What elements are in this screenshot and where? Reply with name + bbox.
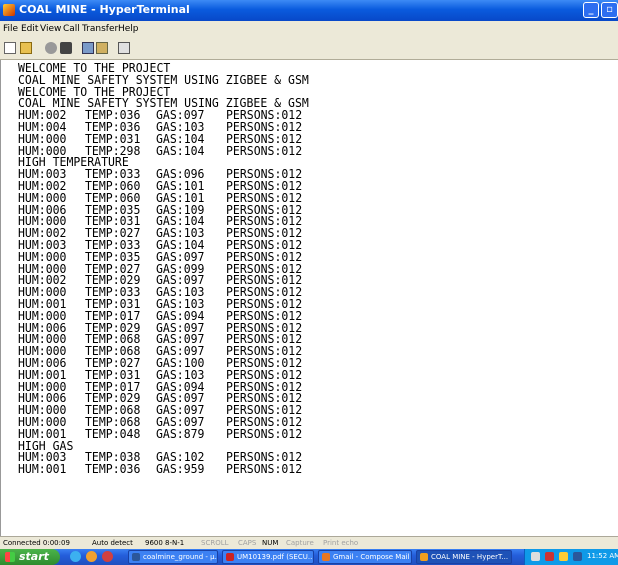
taskbar-button-label: UM10139.pdf (SECU... <box>237 553 314 561</box>
taskbar-button-label: COAL MINE - HyperT... <box>431 553 509 561</box>
hyperterminal-app-icon[interactable] <box>3 4 15 16</box>
status-num: NUM <box>262 539 279 547</box>
menu-bar: File Edit View Call Transfer Help <box>0 21 618 38</box>
pdf-icon <box>226 553 234 561</box>
menu-edit[interactable]: Edit <box>21 24 38 34</box>
gas-value: GAS:104 <box>156 143 205 158</box>
status-capture: Capture <box>286 539 314 547</box>
minimize-button[interactable]: _ <box>583 2 599 18</box>
tray-antivirus-icon[interactable] <box>545 552 554 561</box>
menu-help[interactable]: Help <box>118 24 139 34</box>
start-label: start <box>19 550 49 563</box>
title-bar: COAL MINE - HyperTerminal _ ▫ <box>0 0 618 21</box>
hyperterminal-icon <box>420 553 428 561</box>
status-connected: Connected 0:00:09 <box>3 539 70 547</box>
receive-icon[interactable] <box>96 42 108 54</box>
menu-view[interactable]: View <box>40 24 61 34</box>
taskbar-button[interactable]: Gmail - Compose Mail ... <box>318 550 412 564</box>
menu-call[interactable]: Call <box>63 24 80 34</box>
status-settings: 9600 8-N-1 <box>145 539 185 547</box>
persons-value: PERSONS:012 <box>226 143 303 158</box>
taskbar-button[interactable]: COAL MINE - HyperT... <box>416 550 512 564</box>
properties-icon[interactable] <box>118 42 130 54</box>
system-tray: 11:52 AM <box>524 549 618 565</box>
quicklaunch-firefox-icon[interactable] <box>86 551 97 562</box>
persons-value: PERSONS:012 <box>226 461 303 477</box>
tray-network-icon[interactable] <box>531 552 540 561</box>
browser-icon <box>322 553 330 561</box>
persons-value: PERSONS:012 <box>226 426 303 442</box>
new-icon[interactable] <box>4 42 16 54</box>
taskbar: start coalmine_ground - µ... UM10139.pdf … <box>0 549 618 565</box>
window-title: COAL MINE - HyperTerminal <box>19 3 190 16</box>
tray-word-icon[interactable] <box>573 552 582 561</box>
menu-file[interactable]: File <box>3 24 18 34</box>
menu-transfer[interactable]: Transfer <box>82 24 118 34</box>
terminal-output[interactable]: WELCOME TO THE PROJECT COAL MINE SAFETY S… <box>0 60 613 536</box>
word-icon <box>132 553 140 561</box>
status-print-echo: Print echo <box>323 539 359 547</box>
call-icon[interactable] <box>45 42 57 54</box>
toolbar <box>0 38 618 60</box>
quicklaunch-media-icon[interactable] <box>102 551 113 562</box>
taskbar-button-label: coalmine_ground - µ... <box>143 553 218 561</box>
windows-flag-icon <box>5 552 15 562</box>
status-detect: Auto detect <box>92 539 133 547</box>
temp-value: TEMP:048 <box>85 426 141 442</box>
status-caps: CAPS <box>238 539 257 547</box>
taskbar-button-label: Gmail - Compose Mail ... <box>333 553 412 561</box>
open-icon[interactable] <box>20 42 32 54</box>
taskbar-button[interactable]: coalmine_ground - µ... <box>128 550 218 564</box>
temp-value: TEMP:036 <box>85 461 141 477</box>
tray-volume-icon[interactable] <box>559 552 568 561</box>
tray-clock: 11:52 AM <box>587 552 618 560</box>
quicklaunch-browser-icon[interactable] <box>70 551 81 562</box>
send-icon[interactable] <box>82 42 94 54</box>
hum-value: HUM:001 <box>18 461 67 477</box>
status-scroll: SCROLL <box>201 539 229 547</box>
gas-value: GAS:879 <box>156 426 205 442</box>
status-bar: Connected 0:00:09 Auto detect 9600 8-N-1… <box>0 536 618 550</box>
maximize-button[interactable]: ▫ <box>601 2 618 18</box>
taskbar-button[interactable]: UM10139.pdf (SECU... <box>222 550 314 564</box>
start-button[interactable]: start <box>0 549 60 565</box>
disconnect-icon[interactable] <box>60 42 72 54</box>
gas-value: GAS:959 <box>156 461 205 477</box>
